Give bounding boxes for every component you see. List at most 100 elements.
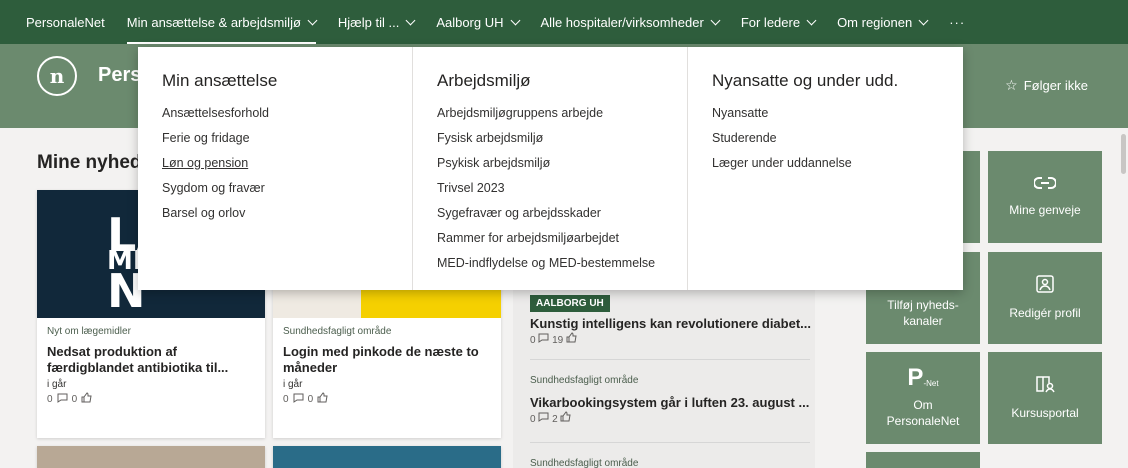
mega-menu-column: Arbejdsmiljø Arbejdsmiljøgruppens arbejd… — [413, 47, 688, 290]
card-date: i går — [47, 379, 67, 390]
nav-item-label: Aalborg UH — [436, 14, 504, 30]
nav-item-label: Min ansættelse & arbejdsmiljø — [126, 14, 301, 30]
nav-item-label: Hjælp til ... — [337, 14, 400, 30]
tile-rediger-profil[interactable]: Redigér profil — [988, 252, 1102, 344]
chevron-down-icon — [510, 15, 520, 25]
mega-menu-link[interactable]: Ansættelsesforhold — [162, 101, 388, 126]
news-category[interactable]: Sundhedsfagligt område — [530, 458, 810, 468]
nav-item-alle-hospitaler[interactable]: Alle hospitaler/virksomheder — [540, 0, 721, 44]
news-stats: 0 2 — [530, 411, 810, 425]
mega-menu-link[interactable]: Barsel og orlov — [162, 201, 388, 226]
chevron-down-icon — [307, 15, 318, 25]
card-stats: 0 0 — [47, 392, 255, 406]
mega-menu-link[interactable]: Rammer for arbejdsmiljøarbejdet — [437, 226, 663, 251]
like-count: 0 — [307, 393, 314, 405]
mega-menu-link[interactable]: Arbejdsmiljøgruppens arbejde — [437, 101, 663, 126]
mega-menu-link-hovered[interactable]: Løn og pension — [162, 151, 388, 176]
mega-menu-link[interactable]: MED-indflydelse og MED-bestemmelse — [437, 251, 663, 276]
news-category[interactable]: Sundhedsfagligt område — [530, 375, 810, 386]
chevron-down-icon — [405, 15, 416, 25]
nav-item-label: For ledere — [740, 14, 801, 30]
section-title: Mine nyhed — [37, 152, 142, 173]
mega-menu-heading[interactable]: Nyansatte og under udd. — [712, 71, 939, 91]
nav-brand-link[interactable]: PersonaleNet — [26, 0, 105, 44]
mega-menu-column: Nyansatte og under udd. Nyansatte Studer… — [688, 47, 963, 290]
comment-count: 0 — [530, 335, 536, 346]
mega-menu-link[interactable]: Sygdom og fravær — [162, 176, 388, 201]
mega-menu-link[interactable]: Trivsel 2023 — [437, 176, 663, 201]
comment-icon — [538, 412, 549, 425]
follow-button[interactable]: ☆ Følger ikke — [1005, 77, 1088, 94]
follow-label: Følger ikke — [1023, 78, 1088, 93]
card-date: i går — [283, 379, 303, 390]
nav-item-hjaelp[interactable]: Hjælp til ... — [337, 0, 416, 44]
mega-menu-heading[interactable]: Arbejdsmiljø — [437, 71, 663, 91]
nav-item-aalborg-uh[interactable]: Aalborg UH — [436, 0, 520, 44]
news-title[interactable]: Vikarbookingsystem går i luften 23. augu… — [530, 395, 810, 410]
site-logo[interactable]: n — [37, 56, 77, 96]
site-title[interactable]: Pers — [98, 64, 141, 87]
chevron-down-icon — [806, 15, 817, 25]
p-net-logo-letter: P — [907, 364, 924, 391]
mega-menu-column: Min ansættelse Ansættelsesforhold Ferie … — [138, 47, 413, 290]
card-headline[interactable]: Login med pinkode de næste to måneder — [283, 344, 491, 376]
card-category[interactable]: Sundhedsfagligt område — [283, 326, 491, 337]
link-icon — [1033, 176, 1057, 194]
nav-item-for-ledere[interactable]: For ledere — [740, 0, 817, 44]
like-icon — [560, 411, 572, 425]
news-item[interactable]: Sundhedsfagligt område Vikarbookingsyste… — [530, 375, 810, 425]
p-net-logo-icon: P -Net — [907, 364, 939, 391]
tile-om-personalenet[interactable]: P -Net Om PersonaleNet — [866, 352, 980, 444]
tile-label: Om PersonaleNet — [886, 398, 960, 428]
comment-count: 0 — [283, 393, 289, 405]
top-navigation: PersonaleNet Min ansættelse & arbejdsmil… — [0, 0, 1128, 44]
scrollbar-thumb[interactable] — [1121, 134, 1126, 174]
mega-menu-link[interactable]: Læger under uddannelse — [712, 151, 939, 176]
tile-kursusportal[interactable]: Kursusportal — [988, 352, 1102, 444]
p-net-logo-sub: -Net — [923, 379, 939, 388]
news-card[interactable] — [273, 446, 501, 468]
news-card[interactable] — [37, 446, 265, 468]
tile-label: Redigér profil — [1009, 306, 1081, 320]
mega-menu-link[interactable]: Nyansatte — [712, 101, 939, 126]
mega-menu-link[interactable]: Psykisk arbejdsmiljø — [437, 151, 663, 176]
tile-label: Kursusportal — [1011, 406, 1079, 420]
like-icon — [566, 332, 577, 346]
news-title[interactable]: Kunstig intelligens kan revolutionere di… — [530, 316, 811, 331]
card-stats: 0 0 — [283, 392, 491, 406]
divider — [530, 359, 810, 360]
news-item[interactable]: Sundhedsfagligt område — [530, 458, 810, 468]
card-headline[interactable]: Nedsat produktion af færdigblandet antib… — [47, 344, 255, 376]
like-icon — [81, 392, 92, 406]
comment-icon — [57, 393, 68, 406]
comment-icon — [293, 393, 304, 406]
nav-item-min-ansaettelse[interactable]: Min ansættelse & arbejdsmiljø — [126, 0, 318, 44]
page-scrollbar[interactable] — [1120, 128, 1128, 468]
chevron-down-icon — [918, 15, 929, 25]
like-count: 0 — [71, 393, 78, 405]
news-tag[interactable]: AALBORG UH — [530, 295, 610, 312]
comment-count: 0 — [47, 393, 53, 405]
mega-menu-link[interactable]: Studerende — [712, 126, 939, 151]
nav-item-om-regionen[interactable]: Om regionen — [837, 0, 929, 44]
quicklink-tile[interactable] — [866, 452, 980, 468]
like-count: 2 — [552, 414, 558, 425]
nav-item-label: Om regionen — [837, 14, 913, 30]
news-stats: 0 19 — [530, 332, 810, 346]
nav-item-label: Alle hospitaler/virksomheder — [540, 14, 704, 30]
news-item[interactable]: AALBORG UH Kunstig intelligens kan revol… — [530, 293, 811, 346]
card-category[interactable]: Nyt om lægemidler — [47, 326, 255, 337]
tile-mine-genveje[interactable]: Mine genveje — [988, 151, 1102, 243]
like-count: 19 — [552, 335, 564, 346]
comment-icon — [538, 333, 549, 346]
divider — [530, 442, 810, 443]
comment-count: 0 — [530, 414, 536, 425]
mega-menu-link[interactable]: Fysisk arbejdsmiljø — [437, 126, 663, 151]
star-icon: ☆ — [1005, 77, 1018, 93]
mega-menu-link[interactable]: Sygefravær og arbejdsskader — [437, 201, 663, 226]
nav-more-button[interactable]: ··· — [949, 0, 965, 44]
like-icon — [317, 392, 328, 406]
mega-menu-link[interactable]: Ferie og fridage — [162, 126, 388, 151]
mega-menu-heading[interactable]: Min ansættelse — [162, 71, 388, 91]
profile-image-icon — [1036, 275, 1054, 297]
